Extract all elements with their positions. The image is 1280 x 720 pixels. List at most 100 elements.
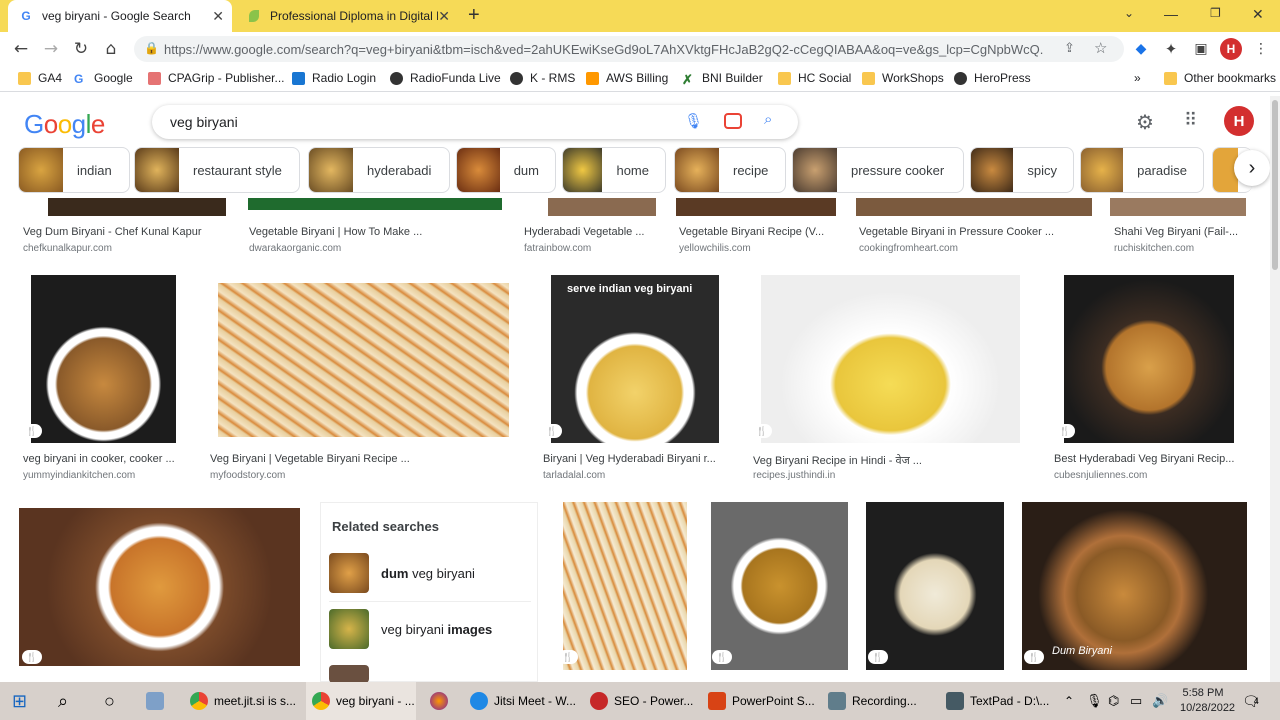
notification-icon[interactable]: 🗨 4 xyxy=(1242,682,1260,720)
result-image[interactable] xyxy=(856,198,1092,216)
result-image[interactable] xyxy=(866,502,1004,670)
chip-paradise[interactable]: paradise xyxy=(1080,147,1204,193)
result-image[interactable] xyxy=(761,275,1020,443)
result-caption[interactable]: Biryani | Veg Hyderabadi Biryani r... xyxy=(543,453,723,465)
chevron-down-icon[interactable]: ⌄ xyxy=(1124,6,1134,20)
bookmark-ga4[interactable]: GA4 xyxy=(18,71,62,85)
minimize-icon[interactable]: — xyxy=(1164,6,1178,22)
result-caption[interactable]: Shahi Veg Biryani (Fail-... xyxy=(1114,226,1244,238)
taskbar-item-seo[interactable]: SEO - Power... xyxy=(590,682,700,720)
chevron-double-right-icon[interactable]: » xyxy=(1134,71,1141,85)
result-caption[interactable]: Best Hyderabadi Veg Biryani Recip... xyxy=(1054,453,1240,465)
chip-pressure-cooker[interactable]: pressure cooker xyxy=(792,147,964,193)
bookmark-other[interactable]: Other bookmarks xyxy=(1164,71,1276,85)
related-search-item[interactable]: dum veg biryani xyxy=(329,551,475,595)
back-icon[interactable]: ← xyxy=(10,38,32,60)
bookmark-hc-social[interactable]: HC Social xyxy=(778,71,851,85)
result-image[interactable] xyxy=(19,508,300,666)
result-caption[interactable]: Vegetable Biryani in Pressure Cooker ... xyxy=(859,226,1059,238)
chip-spicy[interactable]: spicy xyxy=(970,147,1074,193)
result-caption[interactable]: Veg Biryani | Vegetable Biryani Recipe .… xyxy=(210,453,420,465)
extension-icon[interactable]: ◆ xyxy=(1130,38,1152,60)
chip-indian[interactable]: indian xyxy=(18,147,130,193)
chip-restaurant-style[interactable]: restaurant style xyxy=(134,147,300,193)
microphone-icon[interactable]: 🎙 xyxy=(1086,682,1103,720)
google-logo[interactable]: Google xyxy=(24,109,105,140)
taskbar-item-meet[interactable]: meet.jit.si is s... xyxy=(190,682,300,720)
chip-dum[interactable]: dum xyxy=(456,147,556,193)
related-search-item[interactable]: veg biryani images xyxy=(329,607,492,651)
chevron-up-icon[interactable]: ⌃ xyxy=(1064,682,1074,720)
window-close-icon[interactable]: ✕ xyxy=(1252,6,1264,23)
result-image[interactable] xyxy=(1110,198,1246,216)
chip-recipe[interactable]: recipe xyxy=(674,147,786,193)
bookmark-cpagrip[interactable]: CPAGrip - Publisher... xyxy=(148,71,284,85)
taskbar-item-jitsi[interactable]: Jitsi Meet - W... xyxy=(470,682,580,720)
result-caption[interactable]: Veg Dum Biryani - Chef Kunal Kapur xyxy=(23,226,223,238)
result-image[interactable] xyxy=(548,198,656,216)
bookmark-aws-billing[interactable]: AWS Billing xyxy=(586,71,668,85)
search-icon[interactable]: ⌕ xyxy=(58,682,68,720)
network-icon[interactable]: ▭ xyxy=(1130,682,1142,720)
firefox-icon[interactable] xyxy=(430,682,454,720)
task-view-icon[interactable] xyxy=(146,682,170,720)
maximize-icon[interactable]: ❐ xyxy=(1210,6,1221,20)
chip-hyderabadi[interactable]: hyderabadi xyxy=(308,147,450,193)
result-image[interactable]: Dum Biryani xyxy=(1022,502,1247,670)
windows-start-icon[interactable]: ⊞ xyxy=(12,682,27,720)
bookmark-k-rms[interactable]: K - RMS xyxy=(510,71,575,85)
bookmark-radio-login[interactable]: Radio Login xyxy=(292,71,376,85)
clock[interactable]: 5:58 PM 10/28/2022 xyxy=(1180,686,1235,716)
address-bar[interactable]: 🔒 https://www.google.com/search?q=veg+bi… xyxy=(134,36,1124,62)
search-box[interactable]: veg biryani 🎙 ⌕ xyxy=(152,105,798,139)
camera-icon[interactable] xyxy=(724,113,742,129)
star-icon[interactable]: ☆ xyxy=(1094,39,1107,57)
puzzle-icon[interactable]: ✦ xyxy=(1160,38,1182,60)
forward-icon[interactable]: → xyxy=(40,38,62,60)
scrollbar-thumb[interactable] xyxy=(1272,100,1278,270)
gear-icon[interactable]: ⚙ xyxy=(1136,110,1154,135)
profile-avatar[interactable]: H xyxy=(1220,38,1242,60)
result-image[interactable] xyxy=(218,283,509,437)
result-image[interactable] xyxy=(563,502,687,670)
search-icon[interactable]: ⌕ xyxy=(764,111,772,128)
result-image[interactable]: serve indian veg biryani xyxy=(551,275,719,443)
result-image[interactable] xyxy=(711,502,848,670)
cortana-icon[interactable]: ○ xyxy=(104,682,115,720)
chip-home[interactable]: home xyxy=(562,147,666,193)
chevron-right-icon[interactable]: › xyxy=(1234,150,1270,186)
bookmark-google[interactable]: G Google xyxy=(74,71,133,86)
close-icon[interactable]: ✕ xyxy=(212,8,224,25)
result-image[interactable] xyxy=(1064,275,1234,443)
reload-icon[interactable]: ↻ xyxy=(70,38,92,60)
result-caption[interactable]: Hyderabadi Vegetable ... xyxy=(524,226,664,238)
home-icon[interactable]: ⌂ xyxy=(100,38,122,60)
bookmark-radiofunda[interactable]: RadioFunda Live xyxy=(390,71,501,85)
tab-professional-diploma[interactable]: Professional Diploma in Digital M ✕ xyxy=(236,0,458,32)
result-image[interactable] xyxy=(676,198,836,216)
share-icon[interactable]: ⇪ xyxy=(1064,40,1075,56)
close-icon[interactable]: ✕ xyxy=(438,8,450,25)
sidebar-icon[interactable]: ▣ xyxy=(1190,38,1212,60)
apps-icon[interactable]: ⠿ xyxy=(1184,110,1197,131)
new-tab-icon[interactable]: + xyxy=(468,4,480,27)
menu-icon[interactable]: ⋮ xyxy=(1250,38,1272,60)
result-caption[interactable]: Veg Biryani Recipe in Hindi - वेज ... xyxy=(753,453,933,468)
bookmark-heropress[interactable]: HeroPress xyxy=(954,71,1031,85)
tab-google-search[interactable]: G veg biryani - Google Search ✕ xyxy=(8,0,232,32)
result-caption[interactable]: veg biryani in cooker, cooker ... xyxy=(23,453,183,465)
account-avatar[interactable]: H xyxy=(1224,106,1254,136)
bookmark-workshops[interactable]: WorkShops xyxy=(862,71,944,85)
volume-icon[interactable]: 🔊 xyxy=(1152,682,1168,720)
taskbar-item-recording[interactable]: Recording... xyxy=(828,682,938,720)
bookmark-bni[interactable]: ✗ BNI Builder xyxy=(682,71,763,87)
result-caption[interactable]: Vegetable Biryani Recipe (V... xyxy=(679,226,839,238)
result-image[interactable] xyxy=(31,275,176,443)
taskbar-item-textpad[interactable]: TextPad - D:\... xyxy=(946,682,1056,720)
scrollbar[interactable] xyxy=(1270,96,1280,682)
result-image[interactable] xyxy=(248,198,502,210)
result-caption[interactable]: Vegetable Biryani | How To Make ... xyxy=(249,226,449,238)
result-image[interactable] xyxy=(48,198,226,216)
taskbar-item-powerpoint[interactable]: PowerPoint S... xyxy=(708,682,820,720)
search-input[interactable]: veg biryani xyxy=(170,114,238,130)
